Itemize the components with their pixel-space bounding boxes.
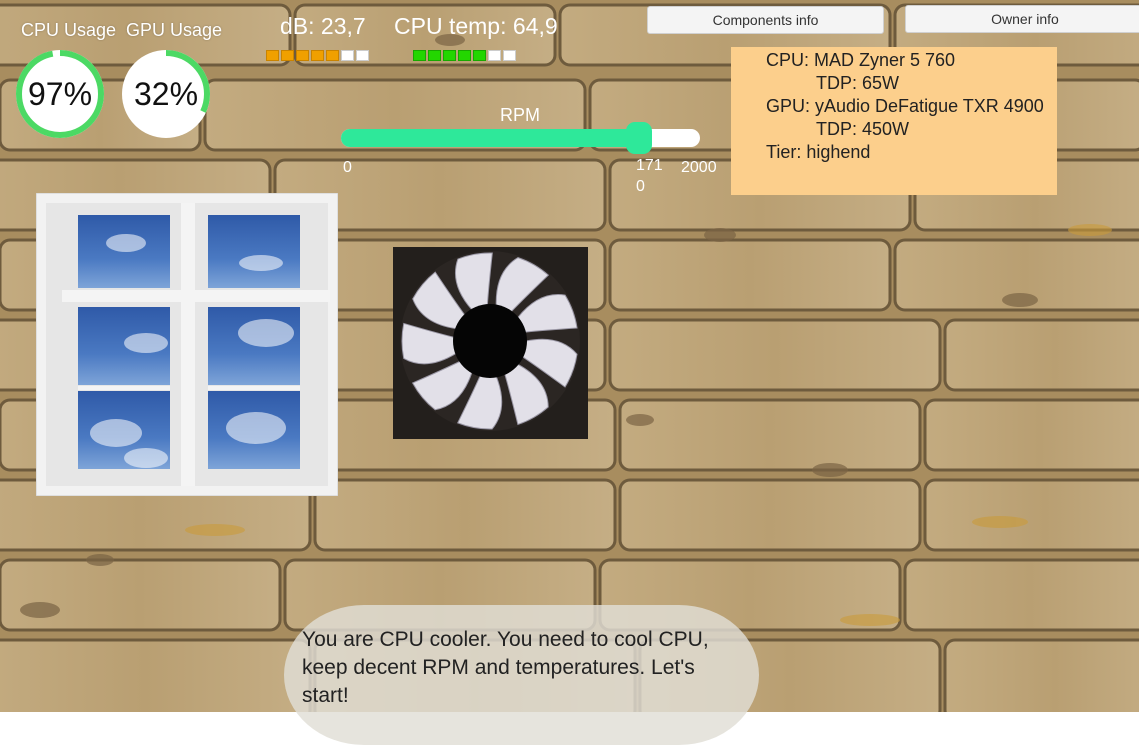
db-level-meter <box>266 50 369 61</box>
temp-level-bar <box>428 50 441 61</box>
rpm-slider[interactable] <box>341 122 700 154</box>
gpu-usage-value: 32% <box>133 75 199 112</box>
db-level-bar <box>296 50 309 61</box>
db-readout: dB: 23,7 <box>280 13 366 40</box>
cpu-name-line: CPU: MAD Zyner 5 760 <box>766 50 956 70</box>
rpm-title: RPM <box>500 105 540 125</box>
gpu-usage-gauge: 32% <box>118 46 214 142</box>
db-level-bar <box>356 50 369 61</box>
cpu-usage-gauge: 97% <box>12 46 108 142</box>
db-level-bar <box>341 50 354 61</box>
cpu-usage-value: 97% <box>27 75 93 112</box>
components-info-panel: CPU: MAD Zyner 5 760 TDP: 65W GPU: yAudi… <box>731 47 1057 195</box>
db-value: 23,7 <box>320 13 366 39</box>
gpu-tdp-line: TDP: 450W <box>816 119 910 139</box>
cpu-temp-level-meter <box>413 50 516 61</box>
rpm-value-label-2: 0 <box>636 178 645 195</box>
db-level-bar <box>266 50 279 61</box>
temp-level-bar <box>473 50 486 61</box>
db-label: dB: <box>280 13 315 39</box>
owner-info-button[interactable]: Owner info <box>905 5 1139 33</box>
cpu-fan-illustration <box>393 247 588 439</box>
temp-level-bar <box>458 50 471 61</box>
window-illustration <box>35 192 339 497</box>
rpm-max-label: 2000 <box>681 159 717 176</box>
components-info-button[interactable]: Components info <box>647 6 884 34</box>
temp-level-bar <box>413 50 426 61</box>
cpu-usage-label: CPU Usage <box>21 20 117 40</box>
cpu-tdp-line: TDP: 65W <box>816 73 900 93</box>
cpu-temp-label: CPU temp: <box>394 13 507 39</box>
temp-level-bar <box>488 50 501 61</box>
db-level-bar <box>311 50 324 61</box>
temp-level-bar <box>443 50 456 61</box>
cpu-temp-value: 64,9 <box>512 13 558 39</box>
db-level-bar <box>281 50 294 61</box>
dialog-text: You are CPU cooler. You need to cool CPU… <box>302 628 709 707</box>
db-level-bar <box>326 50 339 61</box>
temp-level-bar <box>503 50 516 61</box>
rpm-min-label: 0 <box>343 159 352 176</box>
rpm-value-label-1: 171 <box>636 157 663 174</box>
rpm-slider-handle[interactable] <box>626 122 652 154</box>
tier-line: Tier: highend <box>766 142 871 162</box>
gpu-name-line: GPU: yAudio DeFatigue TXR 4900 <box>766 96 1044 116</box>
gpu-usage-label: GPU Usage <box>126 20 223 40</box>
rpm-slider-fill <box>341 129 639 147</box>
cpu-temp-readout: CPU temp: 64,9 <box>394 13 558 40</box>
